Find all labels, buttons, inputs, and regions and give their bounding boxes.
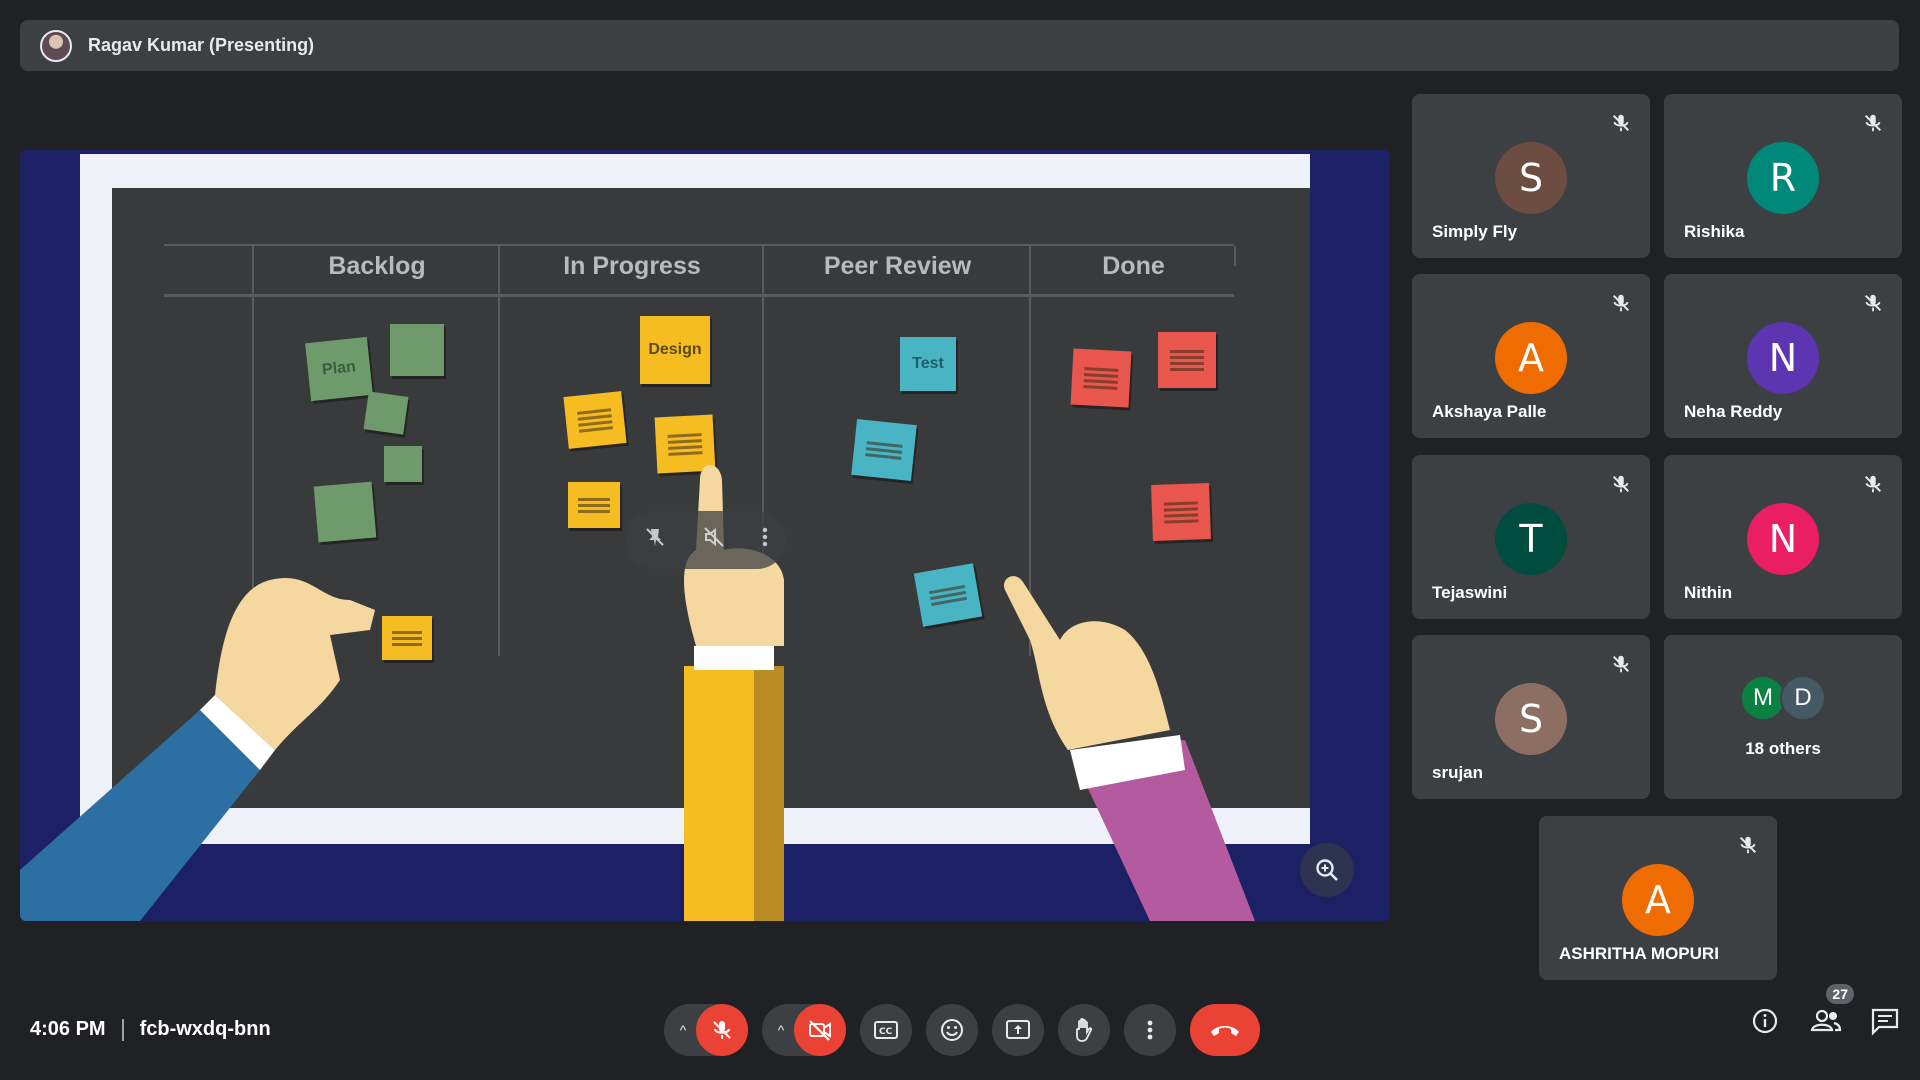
participant-avatar: D [1780,675,1826,721]
camera-group: ^ [762,1004,846,1056]
participant-name: ASHRITHA MOPURI [1559,944,1719,963]
mic-off-icon [1610,112,1632,134]
meeting-details-button[interactable] [1750,1006,1780,1036]
participant-name: Nithin [1684,583,1733,602]
emoji-icon [941,1019,963,1041]
others-avatars: MD [1740,675,1826,721]
raise-hand-button[interactable] [1058,1004,1110,1056]
people-count-badge: 27 [1826,984,1854,1004]
zoom-in-icon [1316,859,1338,881]
camera-options-chevron-icon[interactable]: ^ [772,1022,790,1038]
side-panel-buttons: 27 [1750,984,1900,1036]
participant-avatar: R [1747,142,1819,214]
present-screen-icon [1006,1020,1030,1039]
mic-off-icon [1610,653,1632,675]
others-tile[interactable]: M D 18 others [1664,635,1902,799]
participant-name: Rishika [1684,222,1745,241]
participant-tile[interactable]: N Neha Reddy [1664,274,1902,438]
presenter-avatar [40,29,72,62]
participant-name: Tejaswini [1432,583,1508,602]
participant-name: Neha Reddy [1684,402,1783,421]
participant-avatar: A [1622,864,1694,936]
participant-avatar: N [1747,322,1819,394]
people-button[interactable]: 27 [1810,984,1854,1036]
participant-avatar: N [1747,503,1819,575]
camera-button[interactable] [794,1004,846,1056]
people-icon [1810,1009,1842,1032]
meeting-time: 4:06 PM [30,1018,106,1040]
participant-avatar: S [1495,683,1567,755]
tile-overlay-controls [626,511,786,569]
unpin-icon[interactable] [643,525,667,555]
more-options-icon[interactable] [761,525,769,555]
divider [121,1018,124,1041]
others-count-label: 18 others [1745,739,1821,758]
participant-name: Simply Fly [1432,222,1518,241]
camera-off-icon [809,1020,831,1041]
mute-tile-icon[interactable] [702,525,726,555]
mic-group: ^ [664,1004,748,1056]
participant-avatar: A [1495,322,1567,394]
chat-button[interactable] [1870,1006,1900,1036]
participant-tile[interactable]: R Rishika [1664,94,1902,258]
call-controls: ^ ^ CC [664,1004,1260,1056]
presenter-bar: Ragav Kumar (Presenting) [20,20,1899,71]
participant-tile[interactable]: N Nithin [1664,455,1902,619]
mic-button[interactable] [696,1004,748,1056]
participant-tile[interactable]: A ASHRITHA MOPURI [1539,816,1777,980]
mic-off-icon [1862,473,1884,495]
present-button[interactable] [992,1004,1044,1056]
meeting-info: 4:06 PM fcb-wxdq-bnn [30,1018,271,1041]
participant-tile[interactable]: T Tejaswini [1412,455,1650,619]
mic-off-icon [1862,292,1884,314]
leave-call-button[interactable] [1190,1004,1260,1056]
info-icon [1752,1008,1778,1034]
hang-up-icon [1211,1026,1239,1036]
mic-off-icon [713,1021,731,1039]
participant-tile[interactable]: Ssrujan [1412,635,1650,799]
chat-icon [1871,1008,1899,1036]
zoom-button[interactable] [1300,843,1354,897]
mic-options-chevron-icon[interactable]: ^ [674,1022,692,1038]
participant-tile[interactable]: A Akshaya Palle [1412,274,1650,438]
mic-off-icon [1610,473,1632,495]
meeting-code: fcb-wxdq-bnn [139,1018,271,1040]
mic-off-icon [1610,292,1632,314]
reactions-button[interactable] [926,1004,978,1056]
participant-name: srujan [1432,763,1484,782]
captions-button[interactable]: CC [860,1004,912,1056]
more-vert-icon [1147,1020,1153,1040]
more-options-button[interactable] [1124,1004,1176,1056]
mic-off-icon [1737,834,1759,856]
participant-avatar: S [1495,142,1567,214]
presenter-name: Ragav Kumar (Presenting) [88,35,315,55]
participant-name: Akshaya Palle [1432,402,1547,421]
participant-avatar: T [1495,503,1567,575]
mic-off-icon [1862,112,1884,134]
captions-icon: CC [874,1021,898,1039]
svg-text:CC: CC [879,1027,893,1037]
shared-screen[interactable]: Backlog In Progress Peer Review Done Pla… [20,150,1390,921]
hand-icon [1076,1017,1093,1042]
participant-tile[interactable]: S Simply Fly [1412,94,1650,258]
